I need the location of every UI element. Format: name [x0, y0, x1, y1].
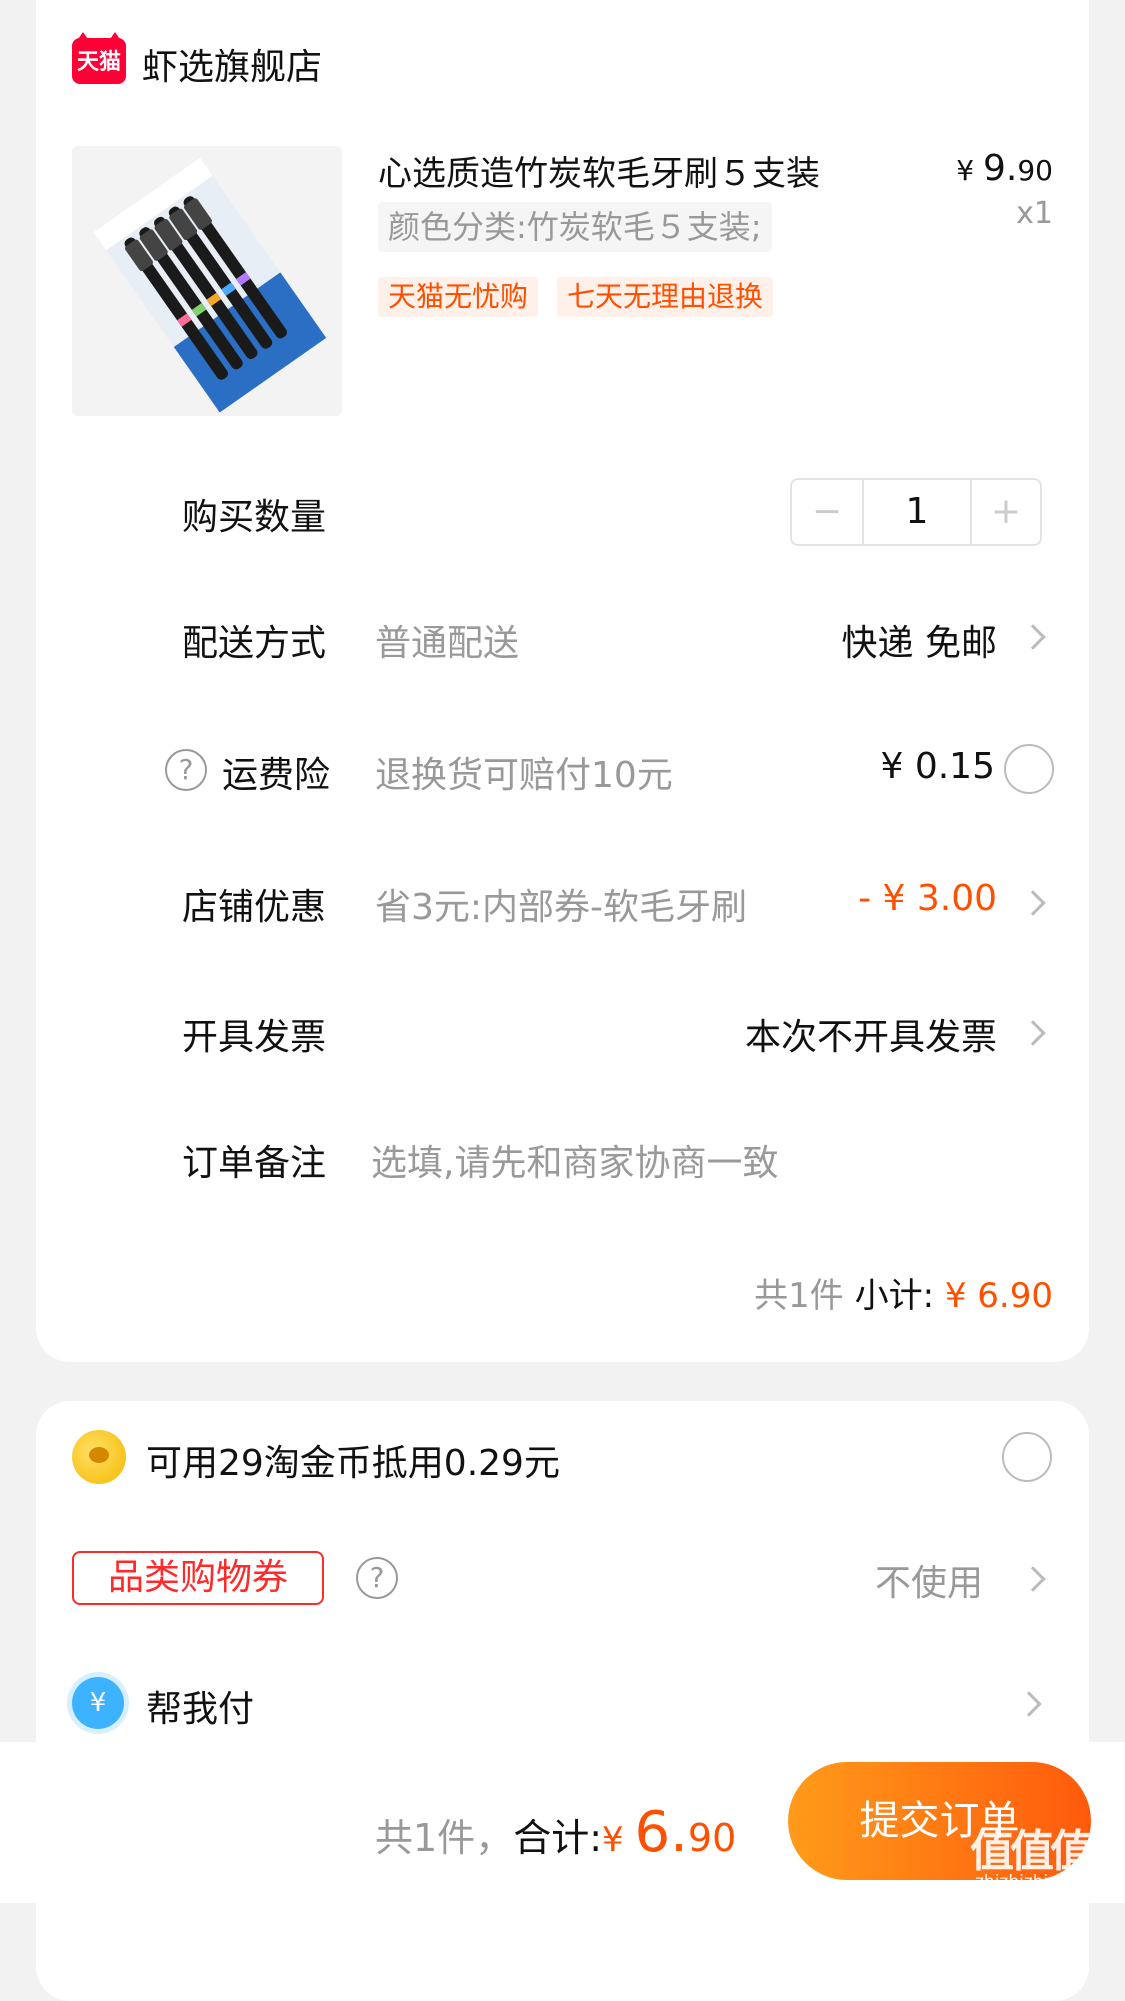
- category-coupon-value[interactable]: 不使用: [875, 1554, 983, 1606]
- category-coupon-tag: 品类购物券: [72, 1551, 324, 1605]
- shop-discount-label: 店铺优惠: [182, 887, 327, 928]
- product-price: ¥ 9.90: [956, 148, 1053, 189]
- price-dec: 90: [1017, 154, 1053, 187]
- shop-discount-value[interactable]: - ¥ 3.00: [858, 878, 997, 919]
- quantity-minus-button[interactable]: −: [792, 480, 864, 544]
- watermark-url: zhizhizhi.com: [975, 1872, 1090, 1892]
- insurance-price: ¥ 0.15: [880, 746, 995, 787]
- watermark-logo: 值值值: [970, 1826, 1094, 1877]
- quantity-stepper[interactable]: − 1 +: [790, 478, 1042, 546]
- service-tag[interactable]: 七天无理由退换: [557, 277, 774, 317]
- total-int: 6.: [634, 1800, 688, 1865]
- store-name[interactable]: 虾选旗舰店: [142, 38, 322, 90]
- tmall-logo-icon: 天猫: [72, 32, 126, 84]
- subtotal-count: 共1件: [754, 1276, 855, 1316]
- remark-input[interactable]: 选填,请先和商家协商一致: [371, 1134, 778, 1186]
- invoice-value[interactable]: 本次不开具发票: [745, 1008, 997, 1060]
- coins-text: 可用29淘金币抵用0.29元: [146, 1443, 560, 1484]
- help-icon[interactable]: ?: [165, 749, 207, 791]
- coins-radio[interactable]: [1002, 1432, 1052, 1482]
- insurance-label: 运费险: [222, 755, 331, 796]
- help-pay-label[interactable]: 帮我付: [146, 1680, 254, 1732]
- product-quantity: x1: [1016, 196, 1053, 231]
- delivery-desc[interactable]: 普通配送: [375, 614, 519, 666]
- insurance-desc: 退换货可赔付10元: [375, 755, 673, 796]
- taojinbi-coin-icon: [72, 1430, 126, 1484]
- subtotal: 共1件 小计: ¥ 6.90: [754, 1268, 1053, 1317]
- price-yen: ¥: [956, 154, 983, 187]
- product-title[interactable]: 心选质造竹炭软毛牙刷５支装: [378, 146, 820, 195]
- insurance-radio[interactable]: [1004, 744, 1054, 794]
- help-icon[interactable]: ?: [356, 1557, 398, 1599]
- help-pay-icon: ¥: [72, 1677, 124, 1729]
- toothbrush-pack-image: [93, 157, 327, 413]
- shop-discount-desc[interactable]: 省3元:内部券-软毛牙刷: [375, 878, 747, 930]
- total-label: 合计:: [513, 1816, 602, 1860]
- price-int: 9.: [983, 148, 1018, 189]
- quantity-label: 购买数量: [182, 497, 327, 538]
- product-image[interactable]: [72, 146, 342, 416]
- delivery-value[interactable]: 快递 免邮: [842, 614, 997, 666]
- subtotal-label: 小计:: [854, 1276, 945, 1316]
- service-tag[interactable]: 天猫无忧购: [378, 277, 539, 317]
- invoice-label: 开具发票: [182, 1017, 327, 1058]
- product-sku[interactable]: 颜色分类:竹炭软毛５支装;: [378, 202, 772, 252]
- total-yen: ¥: [602, 1820, 635, 1860]
- order-total: 共1件，合计:¥ 6.90: [375, 1800, 736, 1865]
- delivery-label: 配送方式: [182, 623, 327, 664]
- subtotal-amount: ¥ 6.90: [944, 1276, 1053, 1316]
- quantity-value[interactable]: 1: [864, 480, 970, 544]
- quantity-plus-button[interactable]: +: [970, 480, 1040, 544]
- remark-label: 订单备注: [182, 1143, 327, 1184]
- total-count: 共1件，: [375, 1816, 514, 1860]
- total-dec: 90: [687, 1816, 737, 1860]
